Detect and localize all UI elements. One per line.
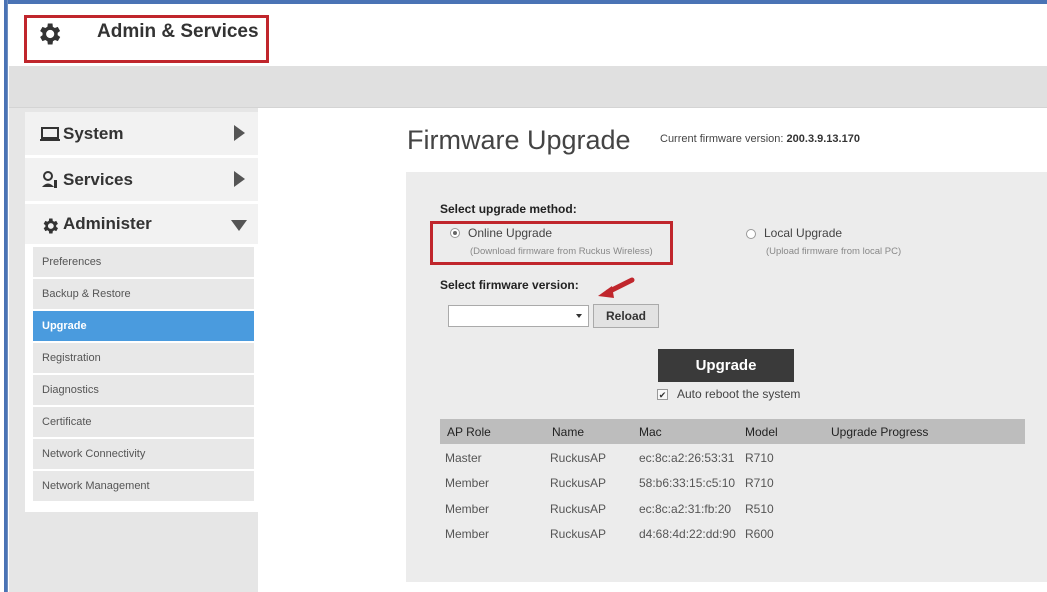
local-upgrade-description: (Upload firmware from local PC) <box>766 246 902 257</box>
header-bar: Admin & Services <box>9 4 1047 66</box>
sidebar-item-upgrade[interactable]: Upgrade <box>33 311 254 341</box>
sidebar-section-label: Administer <box>63 214 152 233</box>
firmware-version-select[interactable] <box>448 305 589 327</box>
cell-ap-role: Master <box>445 451 482 465</box>
firmware-version: 200.3.9.13.170 <box>786 133 860 145</box>
sidebar-item-diagnostics[interactable]: Diagnostics <box>33 375 254 405</box>
chevron-right-icon <box>234 125 245 141</box>
column-header-ap-role: AP Role <box>447 425 491 439</box>
cell-mac: d4:68:4d:22:dd:90 <box>639 527 736 541</box>
cell-ap-role: Member <box>445 476 490 490</box>
sidebar: System Services Administer Preferences B… <box>9 108 259 592</box>
sidebar-item-backup-restore[interactable]: Backup & Restore <box>33 279 254 309</box>
sidebar-item-preferences[interactable]: Preferences <box>33 247 254 277</box>
dropdown-caret-icon <box>576 314 582 318</box>
window-left-border <box>0 0 8 592</box>
online-upgrade-description: (Download firmware from Ruckus Wireless) <box>470 246 653 257</box>
cell-model: R510 <box>745 502 774 516</box>
online-upgrade-label[interactable]: Online Upgrade <box>468 226 552 240</box>
upgrade-button[interactable]: Upgrade <box>658 349 794 382</box>
sidebar-section-administer[interactable]: Administer <box>25 204 259 244</box>
table-header: AP Role Name Mac Model Upgrade Progress <box>440 419 1025 444</box>
select-firmware-version-label: Select firmware version: <box>440 278 579 292</box>
cell-mac: ec:8c:a2:26:53:31 <box>639 451 735 465</box>
reload-button[interactable]: Reload <box>593 304 659 328</box>
red-arrow-icon <box>598 277 635 298</box>
cell-ap-role: Member <box>445 502 490 516</box>
cell-name: RuckusAP <box>550 451 607 465</box>
page-title: Firmware Upgrade <box>407 125 631 155</box>
gear-icon <box>43 218 58 234</box>
cell-model: R710 <box>745 476 774 490</box>
sidebar-item-certificate[interactable]: Certificate <box>33 407 254 437</box>
auto-reboot-checkbox[interactable]: ✔ <box>657 389 668 400</box>
chevron-right-icon <box>234 171 245 187</box>
column-header-mac: Mac <box>639 425 662 439</box>
sidebar-item-registration[interactable]: Registration <box>33 343 254 373</box>
cell-mac: 58:b6:33:15:c5:10 <box>639 476 736 490</box>
cell-name: RuckusAP <box>550 527 607 541</box>
header-title[interactable]: Admin & Services <box>97 21 259 43</box>
cell-name: RuckusAP <box>550 502 607 516</box>
sidebar-item-network-management[interactable]: Network Management <box>33 471 254 501</box>
select-method-label: Select upgrade method: <box>440 202 577 216</box>
column-header-name: Name <box>552 425 585 439</box>
sidebar-section-label: Services <box>63 169 133 189</box>
sidebar-section-label: System <box>63 123 124 143</box>
column-header-upgrade-progress: Upgrade Progress <box>831 425 929 439</box>
sidebar-section-services[interactable]: Services <box>25 158 259 201</box>
cell-mac: ec:8c:a2:31:fb:20 <box>639 502 732 516</box>
sidebar-section-system[interactable]: System <box>25 112 259 155</box>
local-upgrade-radio[interactable] <box>746 229 756 239</box>
local-upgrade-label[interactable]: Local Upgrade <box>764 226 842 240</box>
gear-icon <box>40 23 61 45</box>
cell-ap-role: Member <box>445 527 490 541</box>
firmware-prefix: Current firmware version: <box>660 133 784 145</box>
sidebar-item-network-connectivity[interactable]: Network Connectivity <box>33 439 254 469</box>
cell-model: R600 <box>745 527 774 541</box>
auto-reboot-label[interactable]: Auto reboot the system <box>677 387 800 401</box>
online-upgrade-radio[interactable] <box>450 228 460 238</box>
cell-model: R710 <box>745 451 774 465</box>
laptop-icon <box>40 127 60 141</box>
column-header-model: Model <box>745 425 778 439</box>
services-icon <box>42 171 57 188</box>
sub-header-bar <box>9 66 1047 108</box>
chevron-down-icon <box>231 220 247 231</box>
current-firmware-label: Current firmware version: 200.3.9.13.170 <box>660 133 860 145</box>
cell-name: RuckusAP <box>550 476 607 490</box>
